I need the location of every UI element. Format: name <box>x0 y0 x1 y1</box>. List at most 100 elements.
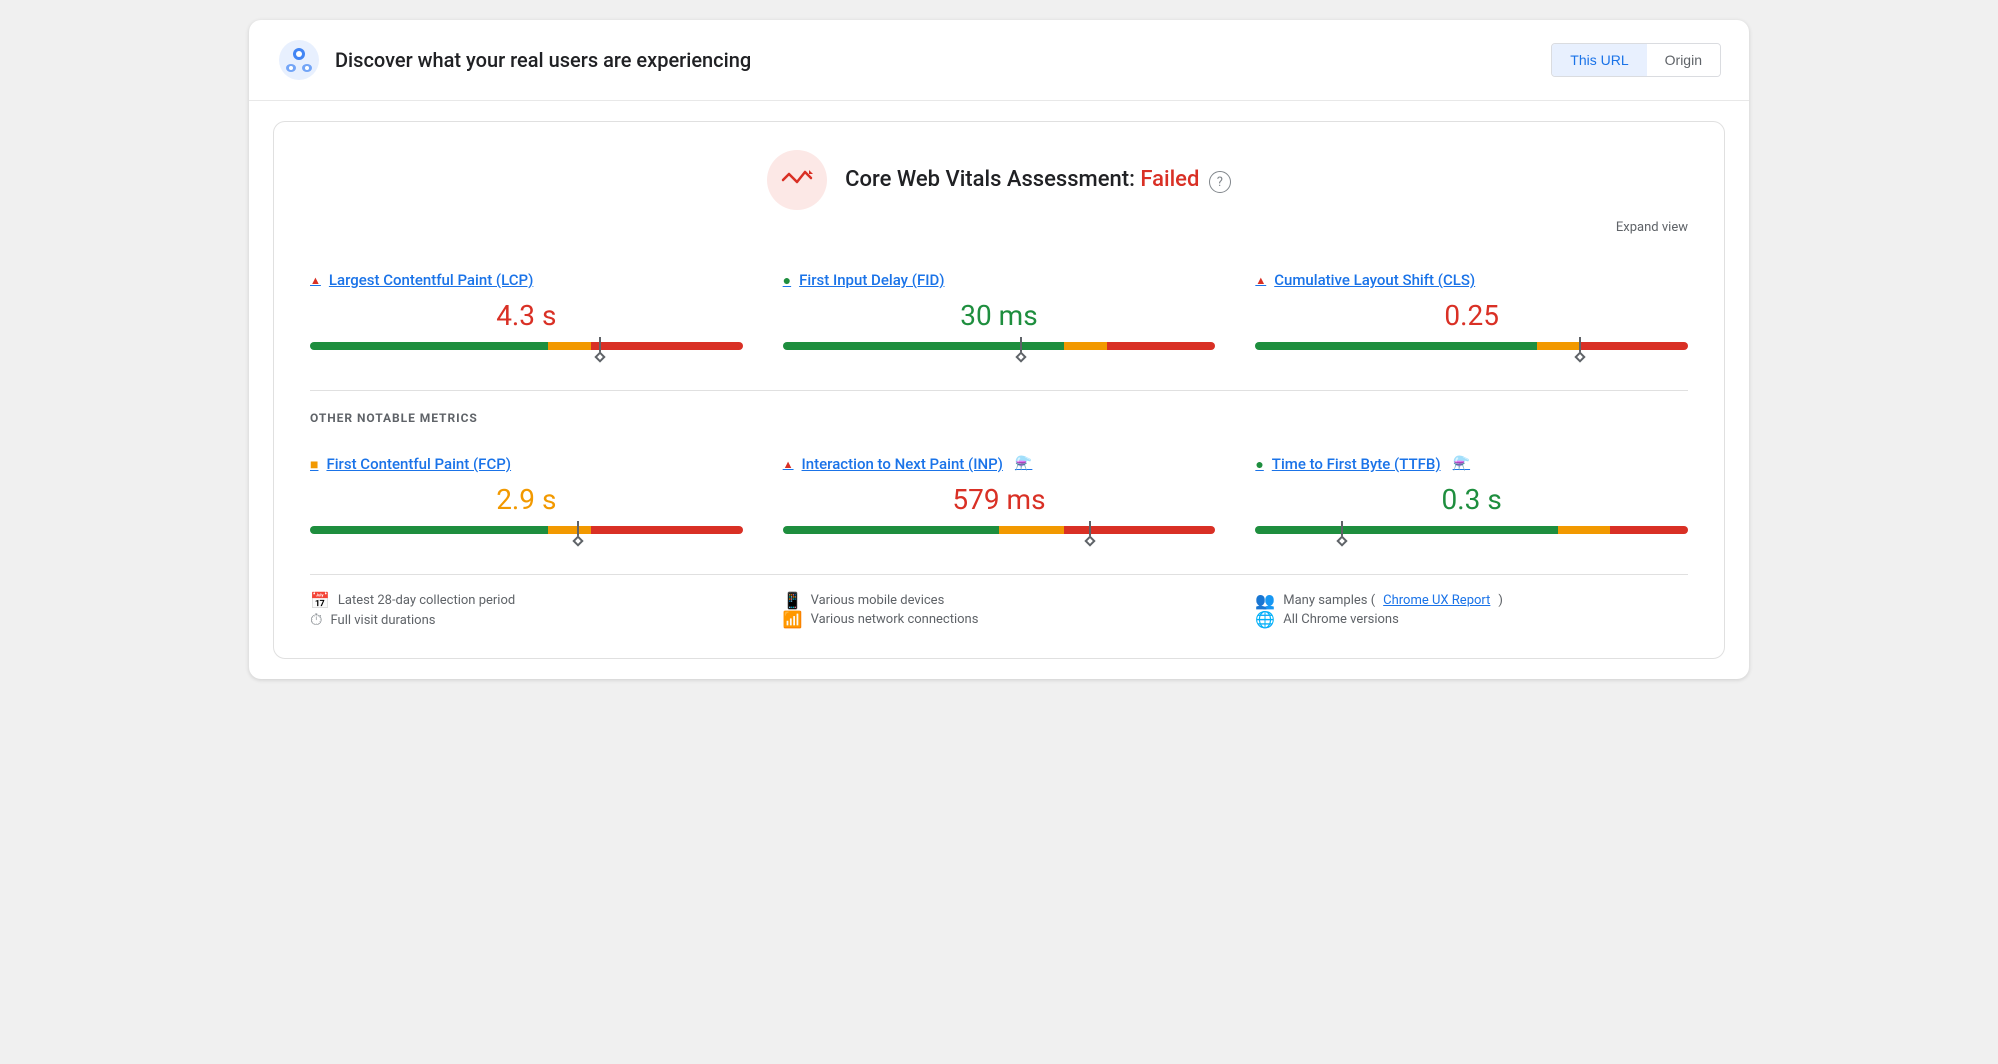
bar-green-cls <box>1255 342 1536 350</box>
bar-red-ttfb <box>1610 526 1688 534</box>
chrome-ux-report-link[interactable]: Chrome UX Report <box>1383 593 1490 608</box>
cwv-icon-circle <box>767 150 827 210</box>
metric-label-text-ttfb: Time to First Byte (TTFB) <box>1272 455 1441 473</box>
experimental-icon: ⚗️ <box>1453 456 1470 472</box>
other-metrics-grid: ■ First Contentful Paint (FCP) 2.9 s ▲ I… <box>310 439 1688 550</box>
cwv-title: Core Web Vitals Assessment: Failed ? <box>845 167 1231 194</box>
metric-label-ttfb[interactable]: ● Time to First Byte (TTFB) ⚗️ <box>1255 455 1688 473</box>
metric-value-fid: 30 ms <box>783 299 1216 332</box>
footer-item-icon: 🌐 <box>1255 610 1275 629</box>
metric-value-lcp: 4.3 s <box>310 299 743 332</box>
metric-label-fid[interactable]: ● First Input Delay (FID) <box>783 271 1216 289</box>
marker-diamond-lcp <box>594 351 605 362</box>
metric-label-lcp[interactable]: ▲ Largest Contentful Paint (LCP) <box>310 271 743 289</box>
footer-item: 👥Many samples (Chrome UX Report) <box>1255 591 1688 610</box>
header-left: Discover what your real users are experi… <box>277 38 751 82</box>
cwv-info-icon[interactable]: ? <box>1209 171 1231 193</box>
status-icon-cls: ▲ <box>1255 274 1266 287</box>
cwv-header: Core Web Vitals Assessment: Failed ? <box>310 150 1688 210</box>
metric-item-inp: ▲ Interaction to Next Paint (INP) ⚗️ 579… <box>783 439 1216 550</box>
footer-item-icon: 👥 <box>1255 591 1275 610</box>
bar-orange-ttfb <box>1558 526 1610 534</box>
bar-orange-fcp <box>548 526 591 534</box>
marker-diamond-inp <box>1084 535 1095 546</box>
page-wrapper: Discover what your real users are experi… <box>249 20 1749 679</box>
footer-item: 📅 Latest 28-day collection period <box>310 591 743 610</box>
url-toggle: This URL Origin <box>1551 43 1721 77</box>
footer-col-0: 📅 Latest 28-day collection period ⏱ Full vi… <box>310 591 743 630</box>
progress-bar-cls <box>1255 342 1688 350</box>
logo-icon <box>277 38 321 82</box>
metric-label-text-fid: First Input Delay (FID) <box>799 271 944 289</box>
other-metrics-title: OTHER NOTABLE METRICS <box>310 411 1688 425</box>
metric-item-lcp: ▲ Largest Contentful Paint (LCP) 4.3 s <box>310 255 743 366</box>
metric-value-fcp: 2.9 s <box>310 483 743 516</box>
marker-diamond-cls <box>1574 351 1585 362</box>
progress-bar-ttfb <box>1255 526 1688 534</box>
cwv-failed-icon <box>779 162 815 198</box>
progress-bar-fcp <box>310 526 743 534</box>
metric-label-cls[interactable]: ▲ Cumulative Layout Shift (CLS) <box>1255 271 1688 289</box>
bar-green-fcp <box>310 526 548 534</box>
footer-item-text: Latest 28-day collection period <box>338 593 515 608</box>
bar-marker-ttfb <box>1338 521 1346 545</box>
footer-item-icon: 📶 <box>783 610 803 629</box>
footer-item: 📶 Various network connections <box>783 610 1216 629</box>
footer-item-icon: 📱 <box>783 591 803 610</box>
section-divider <box>310 390 1688 391</box>
bar-orange-inp <box>999 526 1064 534</box>
status-icon-inp: ▲ <box>783 458 794 471</box>
progress-bar-lcp <box>310 342 743 350</box>
footer-col-1: 📱 Various mobile devices 📶 Various network … <box>783 591 1216 630</box>
bar-orange-lcp <box>548 342 591 350</box>
this-url-button[interactable]: This URL <box>1552 44 1646 76</box>
metric-label-text-inp: Interaction to Next Paint (INP) <box>802 455 1003 473</box>
bar-orange-fid <box>1064 342 1107 350</box>
marker-diamond-ttfb <box>1336 535 1347 546</box>
footer-item-text: All Chrome versions <box>1283 612 1399 627</box>
bar-green-lcp <box>310 342 548 350</box>
footer-item: 🌐 All Chrome versions <box>1255 610 1688 629</box>
footer-item-text: Full visit durations <box>330 613 435 628</box>
header: Discover what your real users are experi… <box>249 20 1749 101</box>
expand-view-button[interactable]: Expand view <box>310 220 1688 235</box>
footer-item-text: Various mobile devices <box>811 593 945 608</box>
cwv-title-prefix: Core Web Vitals Assessment: <box>845 167 1140 192</box>
footer-info: 📅 Latest 28-day collection period ⏱ Full vi… <box>310 574 1688 630</box>
status-icon-ttfb: ● <box>1255 456 1263 473</box>
bar-marker-cls <box>1576 337 1584 361</box>
core-metrics-grid: ▲ Largest Contentful Paint (LCP) 4.3 s ●… <box>310 255 1688 366</box>
metric-value-cls: 0.25 <box>1255 299 1688 332</box>
metric-label-inp[interactable]: ▲ Interaction to Next Paint (INP) ⚗️ <box>783 455 1216 473</box>
metric-label-text-lcp: Largest Contentful Paint (LCP) <box>329 271 533 289</box>
metric-item-fid: ● First Input Delay (FID) 30 ms <box>783 255 1216 366</box>
origin-button[interactable]: Origin <box>1647 44 1720 76</box>
header-title: Discover what your real users are experi… <box>335 48 751 72</box>
bar-green-inp <box>783 526 999 534</box>
bar-marker-lcp <box>596 337 604 361</box>
status-icon-fcp: ■ <box>310 456 318 473</box>
metric-item-cls: ▲ Cumulative Layout Shift (CLS) 0.25 <box>1255 255 1688 366</box>
bar-marker-fid <box>1017 337 1025 361</box>
footer-item-icon: ⏱ <box>310 610 322 630</box>
progress-bar-fid <box>783 342 1216 350</box>
bar-orange-cls <box>1537 342 1580 350</box>
metric-item-ttfb: ● Time to First Byte (TTFB) ⚗️ 0.3 s <box>1255 439 1688 550</box>
footer-item: ⏱ Full visit durations <box>310 610 743 630</box>
main-card: Core Web Vitals Assessment: Failed ? Exp… <box>273 121 1725 659</box>
footer-item-icon: 📅 <box>310 591 330 610</box>
metric-value-ttfb: 0.3 s <box>1255 483 1688 516</box>
marker-diamond-fcp <box>573 535 584 546</box>
marker-diamond-fid <box>1015 351 1026 362</box>
status-icon-lcp: ▲ <box>310 274 321 287</box>
bar-marker-inp <box>1086 521 1094 545</box>
metric-label-fcp[interactable]: ■ First Contentful Paint (FCP) <box>310 455 743 473</box>
progress-bar-inp <box>783 526 1216 534</box>
footer-item: 📱 Various mobile devices <box>783 591 1216 610</box>
bar-green-ttfb <box>1255 526 1558 534</box>
footer-col-2: 👥Many samples (Chrome UX Report)🌐 All Chr… <box>1255 591 1688 630</box>
bar-marker-fcp <box>574 521 582 545</box>
metric-label-text-fcp: First Contentful Paint (FCP) <box>326 455 511 473</box>
bar-red-lcp <box>591 342 742 350</box>
footer-item-text: Various network connections <box>811 612 979 627</box>
